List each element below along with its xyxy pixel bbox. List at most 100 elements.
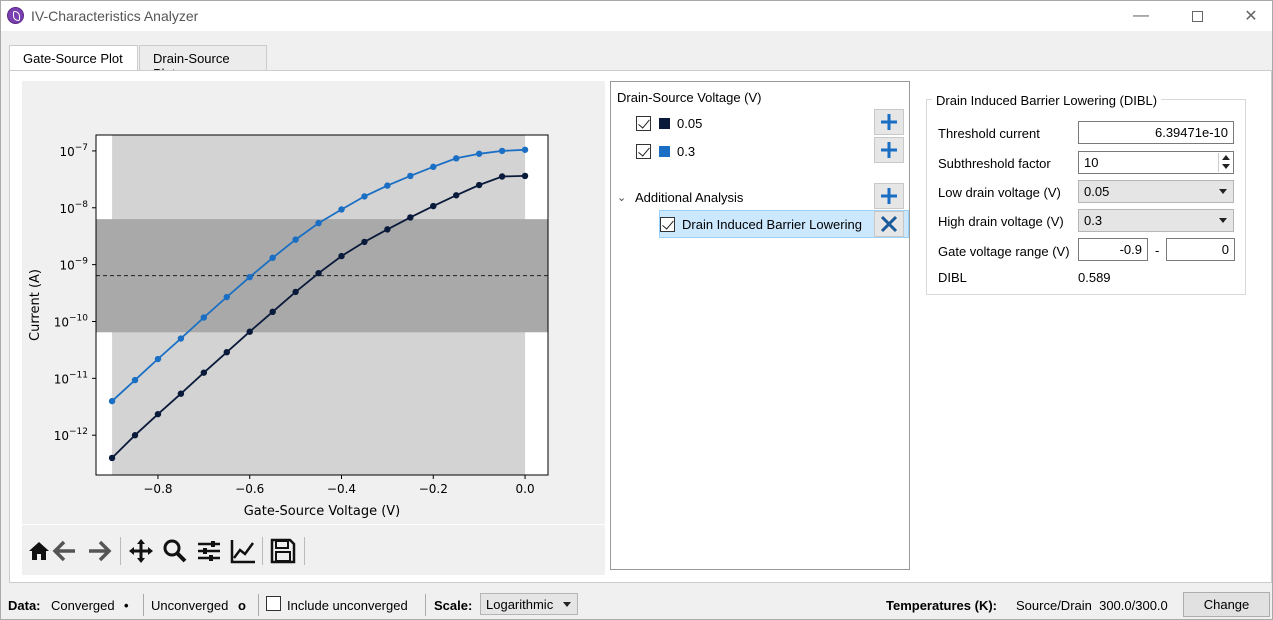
y-tick-label: 10−9 xyxy=(59,257,88,273)
converged-marker-icon: • xyxy=(124,598,129,613)
tree-item-additional-analysis[interactable]: ⌄ Additional Analysis xyxy=(617,184,743,210)
data-point-1-10 xyxy=(338,206,345,213)
zoom-icon[interactable] xyxy=(162,538,188,564)
pan-icon[interactable] xyxy=(128,538,154,564)
data-point-0-0 xyxy=(108,454,116,462)
data-point-0-14 xyxy=(430,202,437,210)
plus-icon xyxy=(881,142,897,158)
dibl-checkbox[interactable] xyxy=(660,216,675,232)
include-unconverged-checkbox[interactable] xyxy=(266,596,281,611)
converged-label: Converged xyxy=(51,598,115,613)
chevron-down-icon[interactable]: ⌄ xyxy=(617,191,629,204)
remove-analysis-button[interactable] xyxy=(874,211,904,237)
temperatures-label: Temperatures (K): xyxy=(886,598,998,613)
data-point-0-6 xyxy=(246,328,253,335)
data-point-0-12 xyxy=(384,226,391,233)
data-point-1-9 xyxy=(315,219,322,227)
y-tick-label: 10−12 xyxy=(54,427,88,443)
status-separator xyxy=(425,594,426,616)
scale-select[interactable]: Logarithmic xyxy=(480,593,578,615)
range-separator: - xyxy=(1155,243,1160,258)
toolbar-separator xyxy=(304,537,305,565)
configure-subplots-icon[interactable] xyxy=(196,538,222,564)
data-point-1-1 xyxy=(131,376,139,384)
add-analysis-button[interactable] xyxy=(874,183,904,209)
data-point-1-13 xyxy=(407,172,414,180)
data-point-0-7 xyxy=(269,308,276,316)
tab-gate-source-plot[interactable]: Gate-Source Plot xyxy=(9,45,138,72)
data-point-1-14 xyxy=(430,163,437,171)
data-point-1-5 xyxy=(223,293,230,301)
subthreshold-factor-label: Subthreshold factor xyxy=(938,156,1051,171)
iv-chart[interactable]: −0.8 −0.6 −0.4 −0.2 0.0 10−7 10−8 10−9 10−10 10−1… xyxy=(22,81,605,524)
x-tick-label: −0.8 xyxy=(143,482,172,496)
save-icon[interactable] xyxy=(270,538,296,564)
edit-axis-icon[interactable] xyxy=(230,538,256,564)
data-point-0-16 xyxy=(475,181,483,189)
data-point-0-11 xyxy=(361,238,368,246)
subthreshold-factor-value: 10 xyxy=(1084,155,1099,170)
x-tick-label: 0.0 xyxy=(516,482,535,496)
dibl-result-label: DIBL xyxy=(938,270,967,285)
tree-item-dibl[interactable]: Drain Induced Barrier Lowering xyxy=(660,211,862,237)
subthreshold-factor-spinbox[interactable]: 10 xyxy=(1078,151,1234,174)
status-bar: Data: Converged • Unconverged o Include … xyxy=(1,589,1272,619)
data-point-0-18 xyxy=(521,172,529,180)
gate-range-max-input[interactable]: 0 xyxy=(1166,238,1235,261)
title-bar: IV-Characteristics Analyzer — ✕ xyxy=(1,1,1272,31)
status-separator xyxy=(143,594,144,616)
high-drain-voltage-select[interactable]: 0.3 xyxy=(1078,209,1234,232)
close-icon[interactable]: ✕ xyxy=(1228,1,1273,31)
series-color-swatch xyxy=(659,145,670,157)
toolbar-separator xyxy=(120,537,121,565)
maximize-icon[interactable] xyxy=(1174,1,1220,31)
data-point-1-8 xyxy=(292,236,299,243)
forward-arrow-icon[interactable] xyxy=(86,538,112,564)
y-tick-label: 10−10 xyxy=(54,313,89,329)
data-label: Data: xyxy=(8,598,41,613)
include-unconverged-label: Include unconverged xyxy=(287,598,408,613)
x-tick-label: −0.2 xyxy=(419,482,448,496)
status-separator xyxy=(258,594,259,616)
unconverged-label: Unconverged xyxy=(151,598,229,613)
plus-icon xyxy=(881,188,897,204)
data-point-0-13 xyxy=(407,214,414,221)
tree-item-voltage-005[interactable]: 0.05 xyxy=(636,110,702,136)
data-point-1-6 xyxy=(246,273,253,281)
back-arrow-icon[interactable] xyxy=(52,538,78,564)
spin-arrows-icon[interactable] xyxy=(1218,153,1232,172)
home-icon[interactable] xyxy=(26,538,52,564)
unconverged-marker-icon: o xyxy=(238,598,246,613)
tab-drain-source-plot[interactable]: Drain-Source Plot xyxy=(139,45,267,81)
data-point-1-16 xyxy=(475,150,483,157)
data-point-0-3 xyxy=(177,390,185,397)
voltage-005-checkbox[interactable] xyxy=(636,115,651,131)
gate-range-min-input[interactable]: -0.9 xyxy=(1078,238,1148,261)
voltage-03-checkbox[interactable] xyxy=(636,143,651,159)
add-button[interactable] xyxy=(874,137,904,163)
data-point-1-4 xyxy=(200,314,208,321)
main-window: IV-Characteristics Analyzer — ✕ Gate-Sou… xyxy=(0,0,1273,620)
minimize-icon[interactable]: — xyxy=(1118,1,1164,31)
temperatures-value: Source/Drain 300.0/300.0 xyxy=(1016,598,1168,613)
x-axis-label: Gate-Source Voltage (V) xyxy=(244,504,401,519)
data-point-0-1 xyxy=(131,432,139,439)
toolbar-separator xyxy=(262,537,263,565)
high-drain-voltage-label: High drain voltage (V) xyxy=(938,214,1064,229)
chevron-down-icon xyxy=(1219,189,1227,194)
data-point-0-4 xyxy=(200,369,208,376)
plot-canvas[interactable]: −0.8 −0.6 −0.4 −0.2 0.0 10−7 10−8 10−9 10−10 10−1… xyxy=(22,81,605,524)
tree-header-drain-source: Drain-Source Voltage (V) xyxy=(617,89,762,105)
data-point-0-17 xyxy=(498,173,506,180)
data-point-1-3 xyxy=(177,335,185,342)
y-tick-label: 10−11 xyxy=(54,370,88,386)
add-button[interactable] xyxy=(874,109,904,135)
dibl-group-title: Drain Induced Barrier Lowering (DIBL) xyxy=(932,93,1162,108)
change-temperatures-button[interactable]: Change xyxy=(1183,592,1270,617)
low-drain-voltage-select[interactable]: 0.05 xyxy=(1078,180,1234,203)
tree-item-voltage-03[interactable]: 0.3 xyxy=(636,138,695,164)
low-drain-voltage-label: Low drain voltage (V) xyxy=(938,185,1061,200)
threshold-current-input[interactable]: 6.39471e-10 xyxy=(1078,121,1234,144)
data-point-0-5 xyxy=(223,348,230,356)
x-tick-label: −0.4 xyxy=(327,482,356,496)
